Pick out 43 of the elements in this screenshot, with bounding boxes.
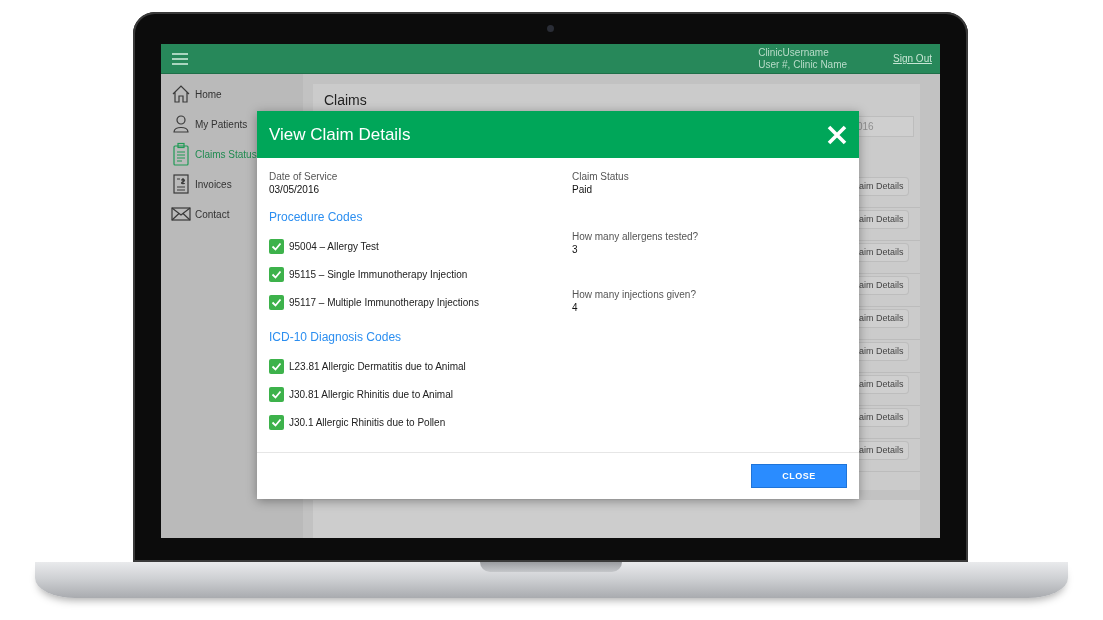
clipboard-icon	[171, 142, 191, 166]
claim-details-button[interactable]: laim Details	[857, 176, 909, 196]
checkbox[interactable]	[269, 358, 284, 374]
claim-details-button[interactable]: laim Details	[857, 440, 909, 460]
checkbox[interactable]	[269, 386, 284, 402]
section-heading: ICD-10 Diagnosis Codes	[269, 330, 403, 344]
section-heading: Procedure Codes	[269, 210, 364, 224]
menu-icon[interactable]	[172, 52, 188, 65]
checkbox-label: 95115 – Single Immunotherapy Injection	[289, 268, 468, 280]
claim-details-button[interactable]: laim Details	[857, 209, 909, 229]
page-title: Claims	[324, 92, 368, 108]
question-label: How many allergens tested?	[572, 230, 699, 243]
checkbox-label: L23.81 Allergic Dermatitis due to Animal	[289, 360, 466, 372]
envelope-icon	[171, 206, 191, 222]
claim-details-button[interactable]: laim Details	[857, 407, 909, 427]
checkbox[interactable]	[269, 294, 284, 310]
checkbox-label: J30.81 Allergic Rhinitis due to Animal	[289, 388, 453, 400]
field-label: Date of Service	[269, 170, 339, 183]
checkbox-label: 95117 – Multiple Immunotherapy Injections	[289, 296, 479, 308]
claim-details-button[interactable]: laim Details	[857, 275, 909, 295]
claim-details-button[interactable]: laim Details	[857, 341, 909, 361]
user-info: User #, Clinic Name	[758, 58, 848, 71]
home-icon	[171, 84, 191, 104]
claim-details-button[interactable]: laim Details	[857, 308, 909, 328]
username: ClinicUsername	[758, 46, 830, 59]
field-label: Claim Status	[572, 170, 630, 183]
checkbox-label: 95004 – Allergy Test	[289, 240, 379, 252]
camera-icon	[547, 25, 554, 32]
field-value: 03/05/2016	[269, 183, 321, 196]
close-icon[interactable]	[827, 124, 847, 145]
invoice-icon	[171, 174, 191, 194]
sidebar-item[interactable]: Home	[161, 79, 303, 109]
claim-details-button[interactable]: laim Details	[857, 242, 909, 262]
person-icon	[171, 114, 191, 134]
question-label: How many injections given?	[572, 288, 697, 301]
claim-details-button[interactable]: laim Details	[857, 374, 909, 394]
checkbox[interactable]	[269, 238, 284, 254]
answer-value: 4	[572, 301, 579, 314]
field-value: Paid	[572, 183, 593, 196]
answer-value: 3	[572, 243, 579, 256]
checkbox[interactable]	[269, 266, 284, 282]
checkbox[interactable]	[269, 414, 284, 430]
checkbox-label: J30.1 Allergic Rhinitis due to Pollen	[289, 416, 446, 428]
